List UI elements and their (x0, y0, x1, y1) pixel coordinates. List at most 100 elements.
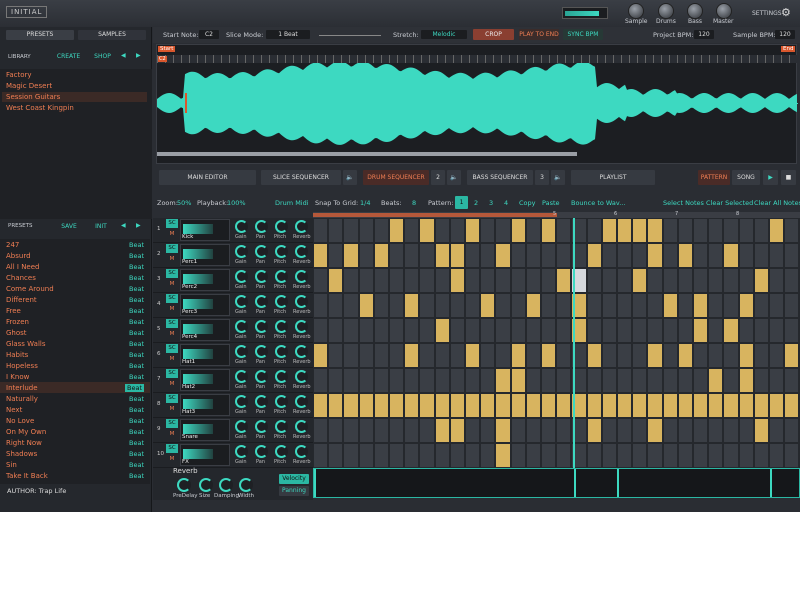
grid-cell[interactable] (526, 444, 540, 467)
grid-cell[interactable] (678, 244, 692, 267)
grid-cell[interactable] (435, 319, 449, 342)
speaker-icon[interactable]: 🔈 (343, 170, 357, 185)
grid-cell[interactable] (435, 344, 449, 367)
grid-cell[interactable] (329, 269, 343, 292)
next-arrow-icon[interactable]: ▶ (136, 222, 141, 229)
grid-cell[interactable] (526, 369, 540, 392)
slice-sequencer-tab[interactable]: SLICE SEQUENCER (261, 170, 341, 185)
library-item[interactable]: Magic Desert (6, 82, 52, 90)
grid-cell[interactable] (466, 294, 480, 317)
grid-cell[interactable] (648, 369, 662, 392)
grid-cell[interactable] (694, 319, 708, 342)
grid-cell[interactable] (678, 394, 692, 417)
grid-cell[interactable] (420, 394, 434, 417)
grid-cell[interactable] (542, 319, 556, 342)
grid-cell[interactable] (405, 319, 419, 342)
crop-button[interactable]: CROP (473, 29, 514, 40)
gain-knob[interactable] (235, 320, 248, 333)
grid-cell[interactable] (496, 294, 510, 317)
grid-cell[interactable] (405, 444, 419, 467)
pattern-button[interactable]: PATTERN (698, 170, 730, 185)
start-marker[interactable]: Start (158, 46, 176, 52)
grid-cell[interactable] (466, 219, 480, 242)
preset-row[interactable]: Chances Beat (0, 272, 150, 283)
grid-cell[interactable] (435, 444, 449, 467)
grid-cell[interactable] (663, 344, 677, 367)
grid-cell[interactable] (557, 394, 571, 417)
pitch-knob[interactable] (275, 445, 288, 458)
gear-icon[interactable]: ⚙ (781, 6, 791, 19)
bass-sequencer-tab[interactable]: BASS SEQUENCER (467, 170, 533, 185)
mute-button[interactable]: M (166, 230, 178, 239)
grid-cell[interactable] (450, 419, 464, 442)
grid-cell[interactable] (602, 319, 616, 342)
grid-cell[interactable] (542, 419, 556, 442)
grid-cell[interactable] (481, 319, 495, 342)
sc-button[interactable]: SC (166, 369, 178, 378)
preset-row[interactable]: Interlude Beat (0, 382, 150, 393)
grid-cell[interactable] (754, 219, 768, 242)
grid-cell[interactable] (359, 369, 373, 392)
bass-sequencer-number[interactable]: 3 (535, 170, 549, 185)
grid-cell[interactable] (435, 219, 449, 242)
grid-cell[interactable] (694, 444, 708, 467)
grid-cell[interactable] (739, 219, 753, 242)
grid-cell[interactable] (374, 219, 388, 242)
grid-cell[interactable] (420, 294, 434, 317)
grid-cell[interactable] (557, 419, 571, 442)
grid-cell[interactable] (678, 269, 692, 292)
grid-cell[interactable] (724, 319, 738, 342)
damping-knob[interactable] (219, 478, 233, 492)
preset-row[interactable]: Hopeless Beat (0, 360, 150, 371)
pattern-1-button[interactable]: 1 (455, 196, 468, 209)
sc-button[interactable]: SC (166, 269, 178, 278)
grid-cell[interactable] (709, 294, 723, 317)
grid-cell[interactable] (314, 369, 328, 392)
mute-button[interactable]: M (166, 380, 178, 389)
grid-cell[interactable] (542, 444, 556, 467)
grid-cell[interactable] (329, 369, 343, 392)
grid-cell[interactable] (450, 369, 464, 392)
grid-cell[interactable] (724, 269, 738, 292)
grid-cell[interactable] (420, 219, 434, 242)
grid-cell[interactable] (511, 444, 525, 467)
grid-cell[interactable] (785, 369, 799, 392)
mute-button[interactable]: M (166, 330, 178, 339)
grid-cell[interactable] (374, 269, 388, 292)
grid-cell[interactable] (314, 219, 328, 242)
grid-cell[interactable] (390, 394, 404, 417)
grid-cell[interactable] (405, 419, 419, 442)
velocity-bar[interactable] (617, 469, 619, 497)
preset-row[interactable]: Glass Walls Beat (0, 338, 150, 349)
grid-cell[interactable] (739, 244, 753, 267)
preset-row[interactable]: Naturally Beat (0, 393, 150, 404)
grid-cell[interactable] (770, 294, 784, 317)
grid-cell[interactable] (450, 244, 464, 267)
grid-cell[interactable] (663, 244, 677, 267)
grid-cell[interactable] (314, 319, 328, 342)
pan-knob[interactable] (255, 320, 268, 333)
grid-cell[interactable] (587, 294, 601, 317)
grid-cell[interactable] (405, 369, 419, 392)
beats-value[interactable]: 8 (412, 199, 416, 207)
grid-cell[interactable] (754, 419, 768, 442)
grid-cell[interactable] (435, 369, 449, 392)
pan-knob[interactable] (255, 245, 268, 258)
grid-cell[interactable] (374, 419, 388, 442)
pattern-4-button[interactable]: 4 (504, 199, 508, 207)
grid-cell[interactable] (496, 369, 510, 392)
grid-cell[interactable] (694, 369, 708, 392)
grid-cell[interactable] (724, 419, 738, 442)
grid-cell[interactable] (633, 394, 647, 417)
grid-cell[interactable] (785, 269, 799, 292)
grid-cell[interactable] (694, 419, 708, 442)
play-icon[interactable]: ▶ (763, 170, 778, 185)
grid-cell[interactable] (329, 419, 343, 442)
grid-cell[interactable] (511, 419, 525, 442)
select-notes-button[interactable]: Select Notes (663, 199, 704, 207)
grid-cell[interactable] (435, 244, 449, 267)
grid-cell[interactable] (557, 344, 571, 367)
grid-cell[interactable] (526, 244, 540, 267)
grid-cell[interactable] (481, 294, 495, 317)
pitch-knob[interactable] (275, 295, 288, 308)
